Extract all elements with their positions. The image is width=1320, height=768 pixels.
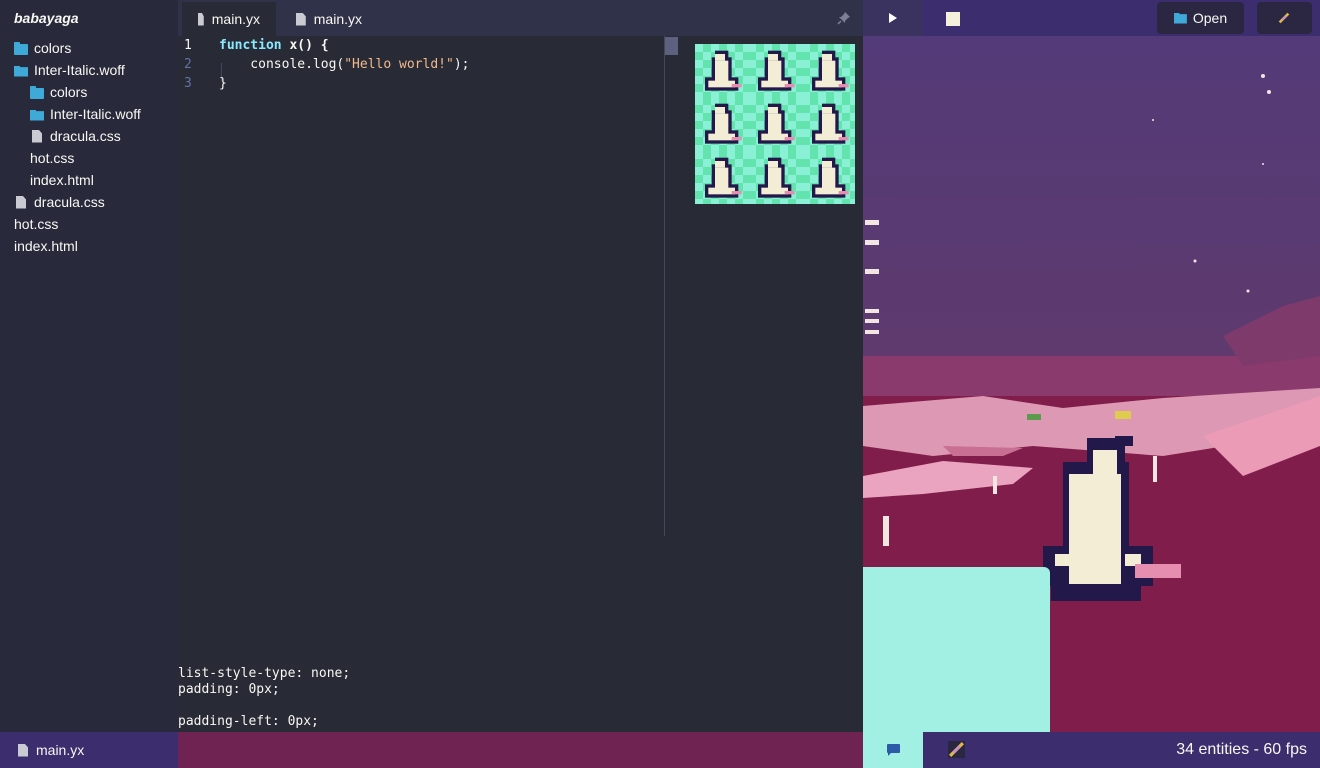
tab-label: main.yx xyxy=(313,11,362,27)
run-toolbar: Open xyxy=(863,0,1320,36)
tree-item-index-html[interactable]: index.html xyxy=(14,236,78,256)
tree-item-label: index.html xyxy=(30,172,94,188)
line-number: 3 xyxy=(184,76,192,91)
css-line: padding: 0px; xyxy=(178,682,280,697)
file-icon xyxy=(198,12,204,26)
folder-open-icon xyxy=(30,109,44,121)
file-icon xyxy=(18,743,28,757)
string-token: "Hello world!" xyxy=(344,57,454,72)
pin-icon[interactable] xyxy=(837,11,851,25)
folder-icon xyxy=(30,85,44,99)
tree-item-label: colors xyxy=(50,84,88,100)
entity-fps-counter: 34 entities - 60 fps xyxy=(1176,741,1307,758)
editor-scrollbar-thumb[interactable] xyxy=(665,37,678,55)
status-bar-spacer xyxy=(178,732,863,768)
tree-item-index-html-nested[interactable]: index.html xyxy=(30,170,94,190)
code-line-2: console.log("Hello world!"); xyxy=(219,57,469,72)
folder-open-icon xyxy=(1173,12,1187,24)
code-token: ); xyxy=(453,57,470,72)
sprite-frame xyxy=(748,44,802,98)
sprite-frame xyxy=(695,97,749,151)
stop-button[interactable] xyxy=(946,12,960,26)
folder-icon xyxy=(14,41,28,55)
debug-icon xyxy=(948,741,965,758)
css-line: list-style-type: none; xyxy=(178,666,351,681)
sprite-frame xyxy=(801,97,855,151)
sprite-frame xyxy=(695,150,749,204)
line-number: 2 xyxy=(184,57,192,72)
tree-item-hot-css[interactable]: hot.css xyxy=(14,214,58,234)
paint-brush-button[interactable] xyxy=(1257,2,1312,34)
chat-button[interactable] xyxy=(863,732,923,768)
open-button-label: Open xyxy=(1192,10,1228,26)
editor-divider xyxy=(664,36,665,536)
play-button[interactable] xyxy=(863,0,923,36)
code-token: console.log( xyxy=(219,57,345,72)
tree-item-label: colors xyxy=(34,40,72,56)
open-button[interactable]: Open xyxy=(1157,2,1244,34)
tab-label: main.yx xyxy=(211,11,260,27)
sprite-preview xyxy=(695,44,855,204)
tree-item-colors[interactable]: colors xyxy=(14,38,71,58)
tree-item-label: Inter-Italic.woff xyxy=(50,106,141,122)
tree-item-inter-italic-nested[interactable]: Inter-Italic.woff xyxy=(30,104,141,124)
sprite-frame xyxy=(801,150,855,204)
tree-item-dracula-nested[interactable]: dracula.css xyxy=(32,126,121,146)
sprite-frame xyxy=(748,150,802,204)
keyword-token: function xyxy=(219,38,282,53)
tree-item-label: index.html xyxy=(14,238,78,254)
code-line-3: } xyxy=(219,76,227,91)
code-line-1: function x() { xyxy=(219,38,329,53)
tree-item-colors-nested[interactable]: colors xyxy=(30,82,87,102)
tree-item-hot-css-nested[interactable]: hot.css xyxy=(30,148,74,168)
css-output-panel: list-style-type: none; padding: 0px; pad… xyxy=(178,536,863,732)
game-status-bar: 34 entities - 60 fps xyxy=(863,732,1320,768)
active-file-label: main.yx xyxy=(36,742,85,758)
editor-tab-bar: main.yx main.yx xyxy=(178,0,863,36)
file-icon xyxy=(32,129,42,143)
file-icon xyxy=(16,195,26,209)
function-token: x() { xyxy=(289,38,329,53)
sprite-frame xyxy=(748,97,802,151)
tree-item-label: hot.css xyxy=(14,216,59,232)
file-icon xyxy=(296,12,306,26)
folder-open-icon xyxy=(14,65,28,77)
active-file-status[interactable]: main.yx xyxy=(0,732,178,768)
tree-item-dracula[interactable]: dracula.css xyxy=(16,192,105,212)
minimap-panel[interactable] xyxy=(863,567,1050,732)
tree-item-label: dracula.css xyxy=(34,194,105,210)
tree-item-label: hot.css xyxy=(30,150,75,166)
tab-main-yx[interactable]: main.yx xyxy=(280,2,378,36)
sprite-frame xyxy=(695,44,749,98)
file-tree-sidebar: babayaga colors Inter-Italic.woff colors… xyxy=(0,0,178,732)
css-line: padding-left: 0px; xyxy=(178,714,319,729)
debug-button[interactable] xyxy=(948,741,965,758)
tab-main-yx-active[interactable]: main.yx xyxy=(182,2,276,36)
sprite-frame xyxy=(801,44,855,98)
tree-item-label: Inter-Italic.woff xyxy=(34,62,125,78)
paint-brush-icon xyxy=(1277,11,1291,25)
tree-item-label: dracula.css xyxy=(50,128,121,144)
tree-item-inter-italic[interactable]: Inter-Italic.woff xyxy=(14,60,125,80)
line-number: 1 xyxy=(184,38,192,53)
project-title: babayaga xyxy=(14,10,79,26)
